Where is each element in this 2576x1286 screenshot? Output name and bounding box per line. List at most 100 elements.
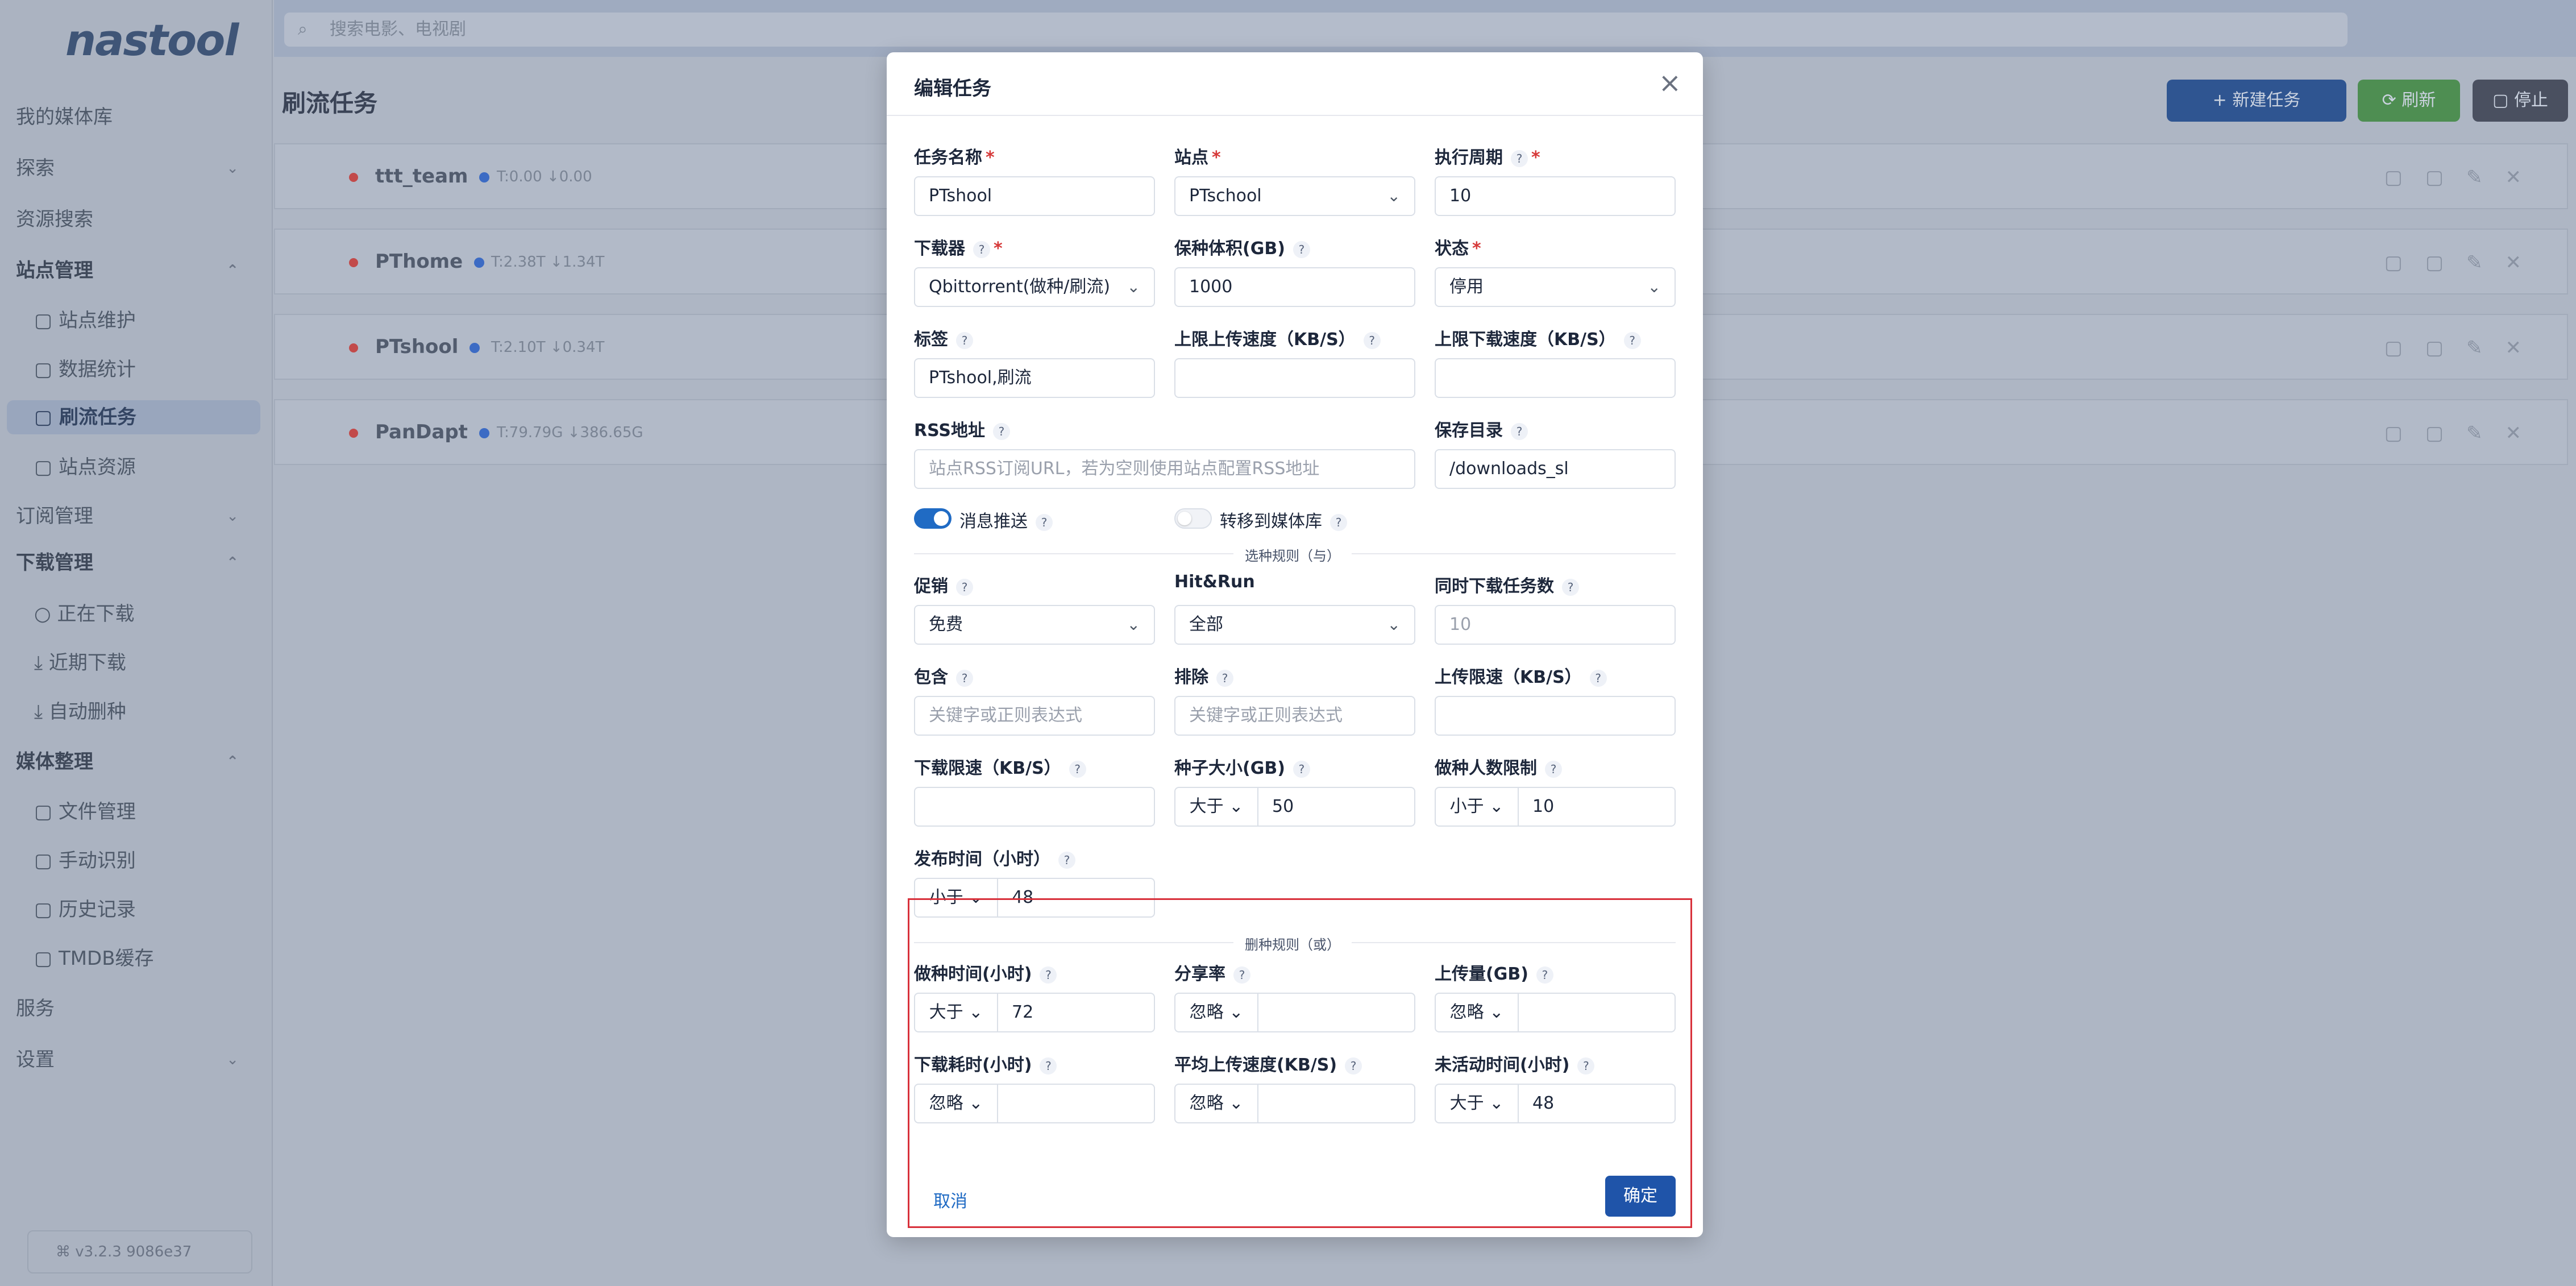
- concurrent-input[interactable]: 10: [1435, 605, 1676, 645]
- site-select[interactable]: PTschool ⌄: [1174, 176, 1415, 216]
- sidebar-item-label: 刷流任务: [59, 406, 136, 429]
- stop-button[interactable]: ▢ 停止: [2473, 80, 2568, 122]
- status-select[interactable]: 停用 ⌄: [1435, 267, 1676, 307]
- sidebar-item-media-organize[interactable]: 媒体整理 ⌃: [16, 745, 260, 779]
- help-icon[interactable]: ?: [1036, 513, 1053, 531]
- row-action-icons[interactable]: ▢▢✎✕: [2384, 422, 2544, 445]
- help-icon[interactable]: ?: [1058, 851, 1075, 869]
- help-icon[interactable]: ?: [1040, 966, 1057, 984]
- help-icon[interactable]: ?: [973, 240, 990, 258]
- message-push-toggle[interactable]: [914, 508, 952, 529]
- sidebar-item-explore[interactable]: 探索 ⌄: [16, 151, 260, 185]
- sidebar-item-downloads[interactable]: 下载管理 ⌃: [16, 546, 260, 580]
- sidebar-item-auto-delete[interactable]: ⤓ 自动删种: [34, 695, 126, 729]
- task-name-input[interactable]: PTshool: [914, 176, 1155, 216]
- sidebar-item-services[interactable]: 服务: [16, 992, 55, 1026]
- download-rate-input[interactable]: [914, 787, 1155, 827]
- idle-time-operator-dropdown[interactable]: 大于 ⌄: [1436, 1085, 1519, 1122]
- sidebar-item-settings[interactable]: 设置 ⌄: [16, 1043, 260, 1077]
- size-input[interactable]: 50: [1272, 788, 1294, 825]
- help-icon[interactable]: ?: [1233, 966, 1250, 984]
- rss-input[interactable]: 站点RSS订阅URL，若为空则使用站点配置RSS地址: [914, 449, 1415, 489]
- avg-upload-operator-dropdown[interactable]: 忽略 ⌄: [1175, 1085, 1258, 1122]
- downloader-select[interactable]: Qbittorrent(做种/刷流) ⌄: [914, 267, 1155, 307]
- help-icon[interactable]: ?: [1040, 1057, 1057, 1075]
- upload-limit-input[interactable]: [1174, 358, 1415, 398]
- help-icon[interactable]: ?: [992, 422, 1010, 440]
- sidebar-item-site-resources[interactable]: ▢ 站点资源: [34, 450, 136, 484]
- seeders-input[interactable]: 10: [1532, 788, 1554, 825]
- search-input[interactable]: ⌕ 搜索电影、电视剧: [284, 13, 2348, 47]
- help-icon[interactable]: ?: [1511, 422, 1528, 440]
- seed-time-operator-dropdown[interactable]: 大于 ⌄: [915, 994, 998, 1031]
- upload-rate-input[interactable]: [1435, 696, 1676, 736]
- sidebar-item-tmdb-cache[interactable]: ▢ TMDB缓存: [34, 941, 154, 976]
- help-icon[interactable]: ?: [1562, 578, 1579, 596]
- label-text: 上传限速（KB/S）: [1435, 667, 1582, 687]
- chevron-up-icon: ⌃: [226, 554, 239, 571]
- help-icon[interactable]: ?: [956, 669, 973, 687]
- help-icon[interactable]: ?: [1293, 240, 1310, 258]
- help-icon[interactable]: ?: [1623, 331, 1641, 349]
- help-icon[interactable]: ?: [1069, 760, 1086, 778]
- row-action-icons[interactable]: ▢▢✎✕: [2384, 337, 2544, 359]
- help-icon[interactable]: ?: [1330, 513, 1347, 531]
- keep-size-input[interactable]: 1000: [1174, 267, 1415, 307]
- pubtime-operator-dropdown[interactable]: 小于 ⌄: [915, 879, 998, 916]
- help-icon[interactable]: ?: [1345, 1057, 1362, 1075]
- keep-size-label: 保种体积(GB)?: [1174, 234, 1310, 259]
- label-text: 同时下载任务数: [1435, 576, 1554, 596]
- uploaded-operator-dropdown[interactable]: 忽略 ⌄: [1436, 994, 1519, 1031]
- new-task-button[interactable]: + 新建任务: [2167, 80, 2346, 122]
- help-icon[interactable]: ?: [1216, 669, 1233, 687]
- help-icon[interactable]: ?: [1536, 966, 1553, 984]
- transfer-toggle[interactable]: [1174, 508, 1212, 529]
- sidebar-item-statistics[interactable]: ▢ 数据统计: [34, 352, 136, 387]
- help-icon[interactable]: ?: [1293, 760, 1310, 778]
- sidebar-item-site-management[interactable]: 站点管理 ⌃: [16, 254, 260, 288]
- cancel-button[interactable]: 取消: [933, 1187, 967, 1212]
- period-input[interactable]: 10: [1435, 176, 1676, 216]
- promo-select[interactable]: 免费 ⌄: [914, 605, 1155, 645]
- pubtime-input[interactable]: 48: [1012, 879, 1033, 916]
- sidebar-item-subscriptions[interactable]: 订阅管理 ⌄: [16, 499, 260, 533]
- confirm-button[interactable]: 确定: [1605, 1176, 1676, 1217]
- refresh-button[interactable]: ⟳ 刷新: [2358, 80, 2460, 122]
- exclude-input[interactable]: 关键字或正则表达式: [1174, 696, 1415, 736]
- label-text: 状态: [1435, 239, 1469, 259]
- sidebar-item-recent-downloads[interactable]: ⤓ 近期下载: [34, 646, 126, 680]
- row-action-icons[interactable]: ▢▢✎✕: [2384, 166, 2544, 189]
- sidebar-item-downloading[interactable]: ○ 正在下载: [34, 597, 134, 631]
- help-icon[interactable]: ?: [1589, 669, 1607, 687]
- sidebar-item-history[interactable]: ▢ 历史记录: [34, 893, 136, 927]
- seeders-operator-dropdown[interactable]: 小于 ⌄: [1436, 788, 1519, 825]
- close-icon[interactable]: ×: [1659, 67, 1681, 99]
- seed-time-input[interactable]: 72: [1012, 994, 1033, 1031]
- tags-input[interactable]: PTshool,刷流: [914, 358, 1155, 398]
- help-icon[interactable]: ?: [1363, 331, 1381, 349]
- ratio-operator-dropdown[interactable]: 忽略 ⌄: [1175, 994, 1258, 1031]
- size-operator-dropdown[interactable]: 大于 ⌄: [1175, 788, 1258, 825]
- save-dir-input[interactable]: /downloads_sl: [1435, 449, 1676, 489]
- required-mark: *: [994, 239, 1003, 259]
- help-icon[interactable]: ?: [956, 331, 973, 349]
- sidebar-item-file-management[interactable]: ▢ 文件管理: [34, 795, 136, 829]
- include-input[interactable]: 关键字或正则表达式: [914, 696, 1155, 736]
- idle-time-input[interactable]: 48: [1532, 1085, 1554, 1122]
- help-icon[interactable]: ?: [1545, 760, 1562, 778]
- sidebar-item-resource-search[interactable]: 资源搜索: [16, 202, 93, 237]
- download-limit-input[interactable]: [1435, 358, 1676, 398]
- dl-time-operator-dropdown[interactable]: 忽略 ⌄: [915, 1085, 998, 1122]
- label-text: 保存目录: [1435, 421, 1503, 441]
- help-icon[interactable]: ?: [1577, 1057, 1595, 1075]
- hr-select[interactable]: 全部 ⌄: [1174, 605, 1415, 645]
- sidebar-item-media-library[interactable]: 我的媒体库: [16, 100, 113, 134]
- help-icon[interactable]: ?: [956, 578, 973, 596]
- sidebar-item-manual-identify[interactable]: ▢ 手动识别: [34, 844, 136, 878]
- sidebar-item-label: 媒体整理: [16, 750, 93, 773]
- help-icon[interactable]: ?: [1511, 150, 1528, 167]
- sidebar-item-site-maintenance[interactable]: ▢ 站点维护: [34, 304, 136, 338]
- row-action-icons[interactable]: ▢▢✎✕: [2384, 251, 2544, 274]
- sidebar-item-brush-tasks[interactable]: ▢ 刷流任务: [7, 400, 260, 434]
- ratio-label: 分享率?: [1174, 960, 1250, 985]
